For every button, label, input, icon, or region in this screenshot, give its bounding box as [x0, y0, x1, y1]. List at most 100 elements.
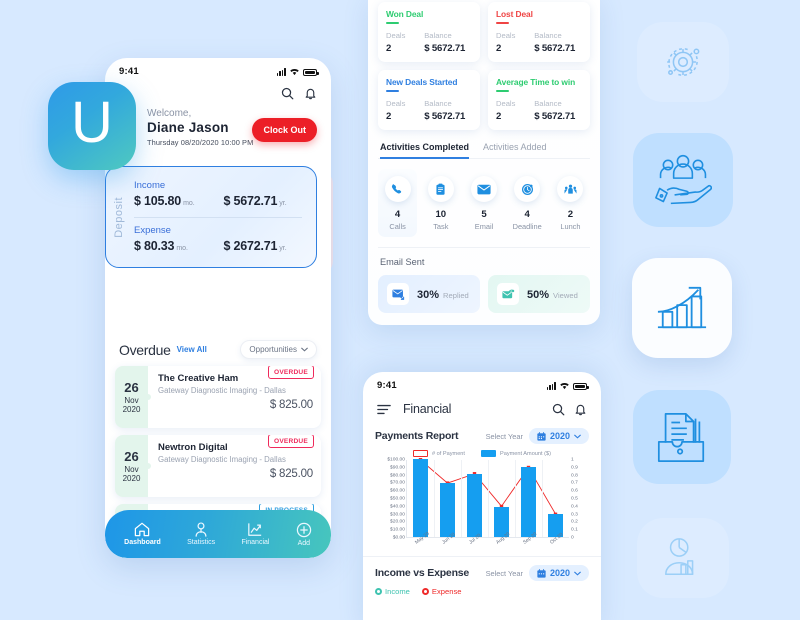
year-dropdown-income-expense[interactable]: 2020 [528, 565, 589, 581]
chart-bar [520, 466, 537, 537]
deal-card-rule [496, 22, 509, 24]
calendar-icon [537, 431, 546, 441]
activity-calls[interactable]: 4 Calls [378, 169, 418, 237]
tab-label: Statistics [187, 539, 216, 546]
y-tick-right: 0.5 [571, 496, 578, 502]
activity-lunch[interactable]: 2 Lunch [551, 169, 590, 237]
page-title: Financial [403, 402, 452, 416]
email-stat-replied[interactable]: 30% Replied [378, 275, 480, 313]
activity-count: 4 [394, 209, 401, 220]
activity-label: Deadline [512, 222, 542, 231]
deposit-row-expense: Expense $ 80.33 mo. $ 2672.71 yr. [134, 225, 306, 255]
deal-card-lost[interactable]: Lost Deal Deals 2 Balance $ 5672.71 [488, 2, 590, 62]
icon-card-growth-chart[interactable] [632, 258, 732, 358]
phone-icon [384, 176, 411, 202]
item-date: 26 Nov 2020 [115, 366, 148, 428]
y-tick-left: $100.00 [387, 457, 405, 463]
envelope-reply-icon [387, 283, 409, 305]
tab-activities-added[interactable]: Activities Added [483, 142, 547, 159]
overdue-list-item[interactable]: 26 Nov 2020 OVERDUE Newtron Digital Gate… [115, 435, 321, 497]
wifi-icon [560, 382, 569, 389]
icon-card-file-tray[interactable] [633, 390, 731, 484]
activity-label: Calls [389, 222, 406, 231]
signal-icon [276, 68, 286, 76]
chevron-down-icon [574, 434, 581, 439]
deposit-card[interactable]: Deposit Income $ 105.80 mo. $ 5672.71 yr. … [105, 166, 317, 268]
y-tick-left: $90.00 [390, 465, 405, 471]
activity-email[interactable]: 5 Email [464, 169, 503, 237]
yearly-amount: $ 2672.71 [223, 238, 278, 253]
y-tick-left: $30.00 [390, 512, 405, 518]
row-label: Income [134, 179, 166, 191]
view-all-link[interactable]: View All [177, 345, 207, 354]
grid-line [434, 460, 435, 537]
y-tick-left: $70.00 [390, 480, 405, 486]
people-group-icon [557, 176, 584, 202]
tab-add[interactable]: Add [296, 522, 312, 547]
status-bar: 9:41 [105, 58, 331, 80]
year-dropdown-payments[interactable]: 2020 [528, 428, 589, 444]
y-tick-right: 0.6 [571, 488, 578, 494]
y-tick-right: 0.3 [571, 512, 578, 518]
date-year: 2020 [122, 405, 141, 414]
overdue-list-item[interactable]: 26 Nov 2020 OVERDUE The Creative Ham Gat… [115, 366, 321, 428]
clock-out-button[interactable]: Clock Out [252, 118, 317, 142]
opportunities-dropdown[interactable]: Opportunities [240, 340, 317, 359]
financial-header: Financial [363, 394, 601, 420]
item-subtitle: Gateway Diagnostic Imaging - Dallas [158, 386, 286, 395]
hamburger-icon[interactable] [377, 404, 391, 415]
y-axis-right: 1 0.9 0.8 0.7 0.6 0.5 0.4 0.3 0.2 0.1 0 [571, 458, 587, 541]
status-bar: 9:41 [363, 372, 601, 394]
email-sent-title: Email Sent [380, 257, 425, 267]
pie-person-icon [665, 538, 694, 576]
select-year-label: Select Year [485, 431, 523, 441]
search-icon[interactable] [552, 403, 565, 416]
activity-task[interactable]: 10 Task [421, 169, 460, 237]
payments-bar-chart: $100.00 $90.00 $80.00 $70.00 $60.00 $50.00 $40… [375, 457, 589, 552]
deals-value: 2 [496, 43, 502, 54]
trend-up-icon [248, 523, 262, 536]
date-day: 26 [124, 449, 139, 464]
tab-financial[interactable]: Financial [241, 522, 269, 546]
y-tick-right: 0.8 [571, 473, 578, 479]
clock-alert-icon [514, 176, 541, 202]
tab-activities-completed[interactable]: Activities Completed [380, 142, 470, 159]
balance-label: Balance [424, 31, 452, 40]
chart-bar [412, 459, 429, 537]
icon-card-people-hand[interactable] [633, 133, 733, 227]
bell-icon[interactable] [304, 87, 317, 100]
y-tick-left: $10.00 [390, 527, 405, 533]
activity-deadline[interactable]: 4 Deadline [508, 169, 547, 237]
envelope-eye-icon [497, 283, 519, 305]
deal-card-new-started[interactable]: New Deals Started Deals 2 Balance $ 5672.7… [378, 70, 480, 130]
yearly-unit: yr. [279, 244, 287, 252]
bell-icon[interactable] [574, 403, 587, 416]
icon-card-gear-orbit[interactable] [637, 22, 729, 102]
financial-phone: 9:41 Financial Payments Report Select Ye… [363, 372, 601, 620]
envelope-icon [471, 176, 497, 202]
monthly-unit: mo. [176, 244, 188, 252]
yearly-amount: $ 5672.71 [223, 193, 278, 208]
select-year-label: Select Year [485, 568, 523, 578]
balance-label: Balance [534, 31, 562, 40]
deal-card-won[interactable]: Won Deal Deals 2 Balance $ 5672.71 [378, 2, 480, 62]
clipboard-icon [427, 176, 454, 202]
deal-card-avg-time-to-win[interactable]: Average Time to win Deals 2 Balance $ 5672… [488, 70, 590, 130]
tab-statistics[interactable]: Statistics [187, 522, 215, 546]
deals-label: Deals [386, 31, 406, 40]
logo-letter: U [71, 90, 113, 155]
legend-item-num-payment: # of Payment [413, 450, 465, 457]
y-tick-left: $20.00 [390, 519, 405, 525]
dropdown-value: Opportunities [249, 345, 297, 354]
deals-value: 2 [386, 43, 392, 54]
y-tick-right: 0 [571, 535, 574, 541]
date-month: Nov [124, 465, 139, 474]
person-icon [195, 522, 207, 537]
icon-card-pie-person[interactable] [637, 518, 729, 598]
legend-label: # of Payment [432, 450, 465, 457]
deal-card-rule [496, 90, 509, 92]
tab-dashboard[interactable]: Dashboard [124, 522, 161, 546]
email-stat-viewed[interactable]: 50% Viewed [488, 275, 590, 313]
grid-line [515, 460, 516, 537]
search-icon[interactable] [281, 87, 294, 100]
